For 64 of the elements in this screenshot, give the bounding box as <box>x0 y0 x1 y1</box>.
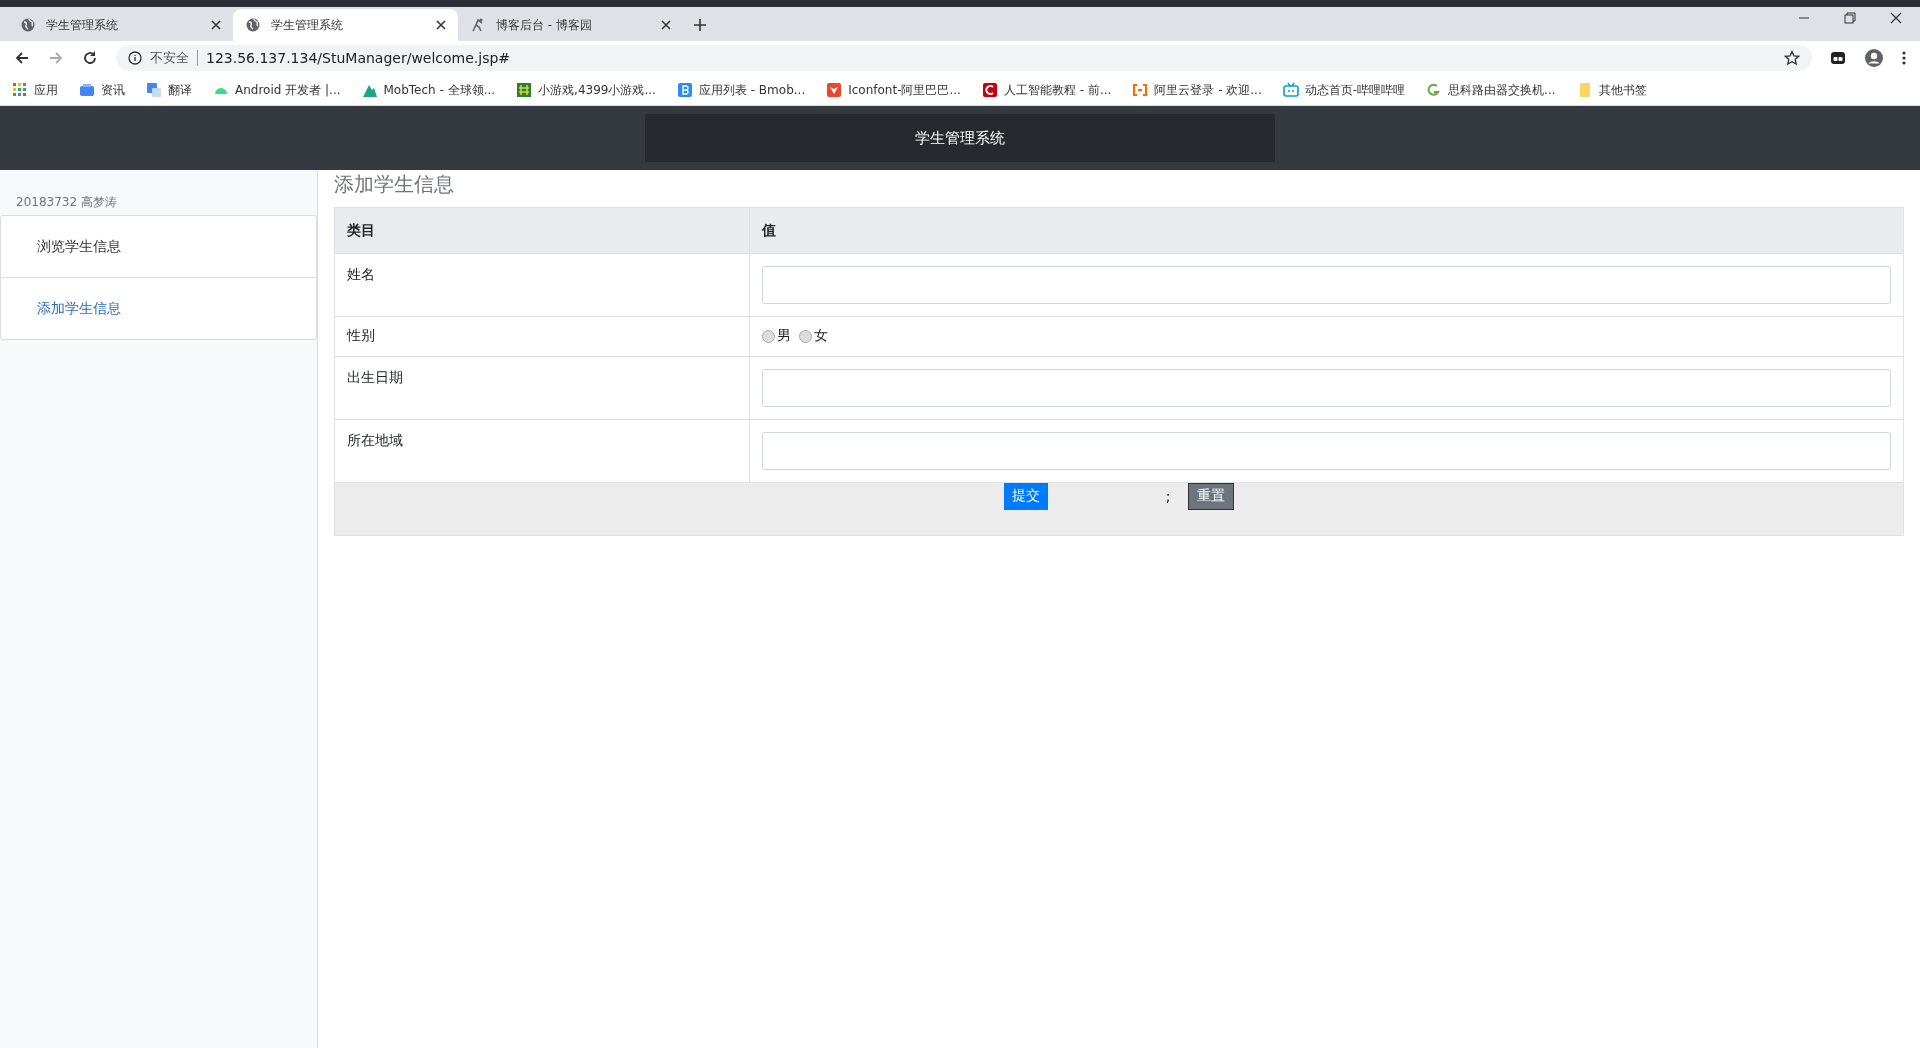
bookmark-link[interactable]: 阿里云登录 - 欢迎... <box>1132 81 1262 99</box>
input-field[interactable] <box>762 266 1891 304</box>
column-header: 类目 <box>334 207 750 254</box>
option-label: 男 <box>777 327 791 345</box>
bookmark-link[interactable]: MobTech - 全球领... <box>361 81 496 99</box>
close-icon[interactable] <box>436 20 446 30</box>
close-icon[interactable] <box>211 20 221 30</box>
separator-text: ; <box>1165 488 1171 504</box>
security-label: 不安全 <box>150 49 189 67</box>
bookmark-link[interactable]: 小游戏,4399小游戏... <box>516 81 656 99</box>
bookmark-link[interactable]: 资讯 <box>79 81 125 99</box>
news-icon <box>79 82 95 98</box>
browser-tab[interactable]: 学生管理系统 <box>8 9 233 41</box>
bookmark-link[interactable]: 思科路由器交换机... <box>1426 81 1556 99</box>
bookmark-link[interactable]: 应用 <box>12 81 58 99</box>
bookmark-link[interactable]: 其他书签 <box>1576 81 1647 99</box>
sidebar-item[interactable]: 浏览学生信息 <box>1 216 316 278</box>
field-label: 所在地域 <box>334 419 750 482</box>
bookmark-link[interactable]: 翻译 <box>146 81 192 99</box>
url-text: 123.56.137.134/StuManager/welcome.jsp# <box>206 50 511 66</box>
bookmark-link[interactable]: Iconfont-阿里巴巴... <box>826 81 961 99</box>
page-title: 添加学生信息 <box>334 171 455 198</box>
input-field[interactable] <box>762 368 1891 407</box>
browser-tab[interactable]: 博客后台 - 博客园 <box>458 9 683 41</box>
bookmark-link[interactable]: 人工智能教程 - 前... <box>981 81 1112 99</box>
close-icon[interactable] <box>661 20 671 30</box>
bookmark-link[interactable]: Android 开发者 |... <box>213 81 341 99</box>
globe-icon <box>20 17 36 33</box>
back-icon[interactable] <box>14 50 30 66</box>
grid-icon <box>516 82 533 98</box>
radio-button[interactable] <box>799 329 812 343</box>
column-header: 值 <box>749 207 1904 254</box>
user-label: 20183732 高梦涛 <box>15 194 118 211</box>
field-label: 姓名 <box>334 253 750 317</box>
extension-icon[interactable] <box>1830 50 1846 66</box>
account-icon[interactable] <box>1864 48 1884 68</box>
tv-icon <box>1282 82 1299 98</box>
option-label: 女 <box>814 327 828 345</box>
info-icon <box>128 51 142 65</box>
close-icon[interactable] <box>1890 11 1902 24</box>
radio-button[interactable] <box>762 329 775 343</box>
brackets-icon <box>1132 82 1149 98</box>
bookmark-link[interactable]: 动态首页-哔哩哔哩 <box>1282 81 1406 99</box>
browser-tab[interactable]: 学生管理系统 <box>233 9 458 41</box>
more-icon[interactable] <box>1902 50 1906 66</box>
site-title: 学生管理系统 <box>645 114 1275 162</box>
reset-button[interactable]: 重置 <box>1188 482 1235 510</box>
sidebar-item[interactable]: 添加学生信息 <box>1 278 316 339</box>
letter-b-icon <box>676 82 693 98</box>
translate-icon <box>146 82 162 98</box>
submit-button[interactable]: 提交 <box>1003 482 1048 510</box>
plus-icon[interactable] <box>693 18 707 32</box>
letter-c-icon <box>981 82 998 98</box>
field-label: 出生日期 <box>334 356 750 419</box>
restore-icon[interactable] <box>1844 11 1856 24</box>
reload-icon[interactable] <box>82 50 98 66</box>
globe-icon <box>245 17 261 33</box>
input-field[interactable] <box>762 431 1891 470</box>
star-icon[interactable] <box>1784 50 1800 66</box>
field-label: 性别 <box>334 316 750 356</box>
bookmark-link[interactable]: 应用列表 - Bmob... <box>676 81 806 99</box>
grid-icon <box>12 82 28 98</box>
address-field[interactable]: 不安全 123.56.137.134/StuManager/welcome.jsp# <box>116 45 1812 71</box>
fox-icon <box>826 82 843 98</box>
